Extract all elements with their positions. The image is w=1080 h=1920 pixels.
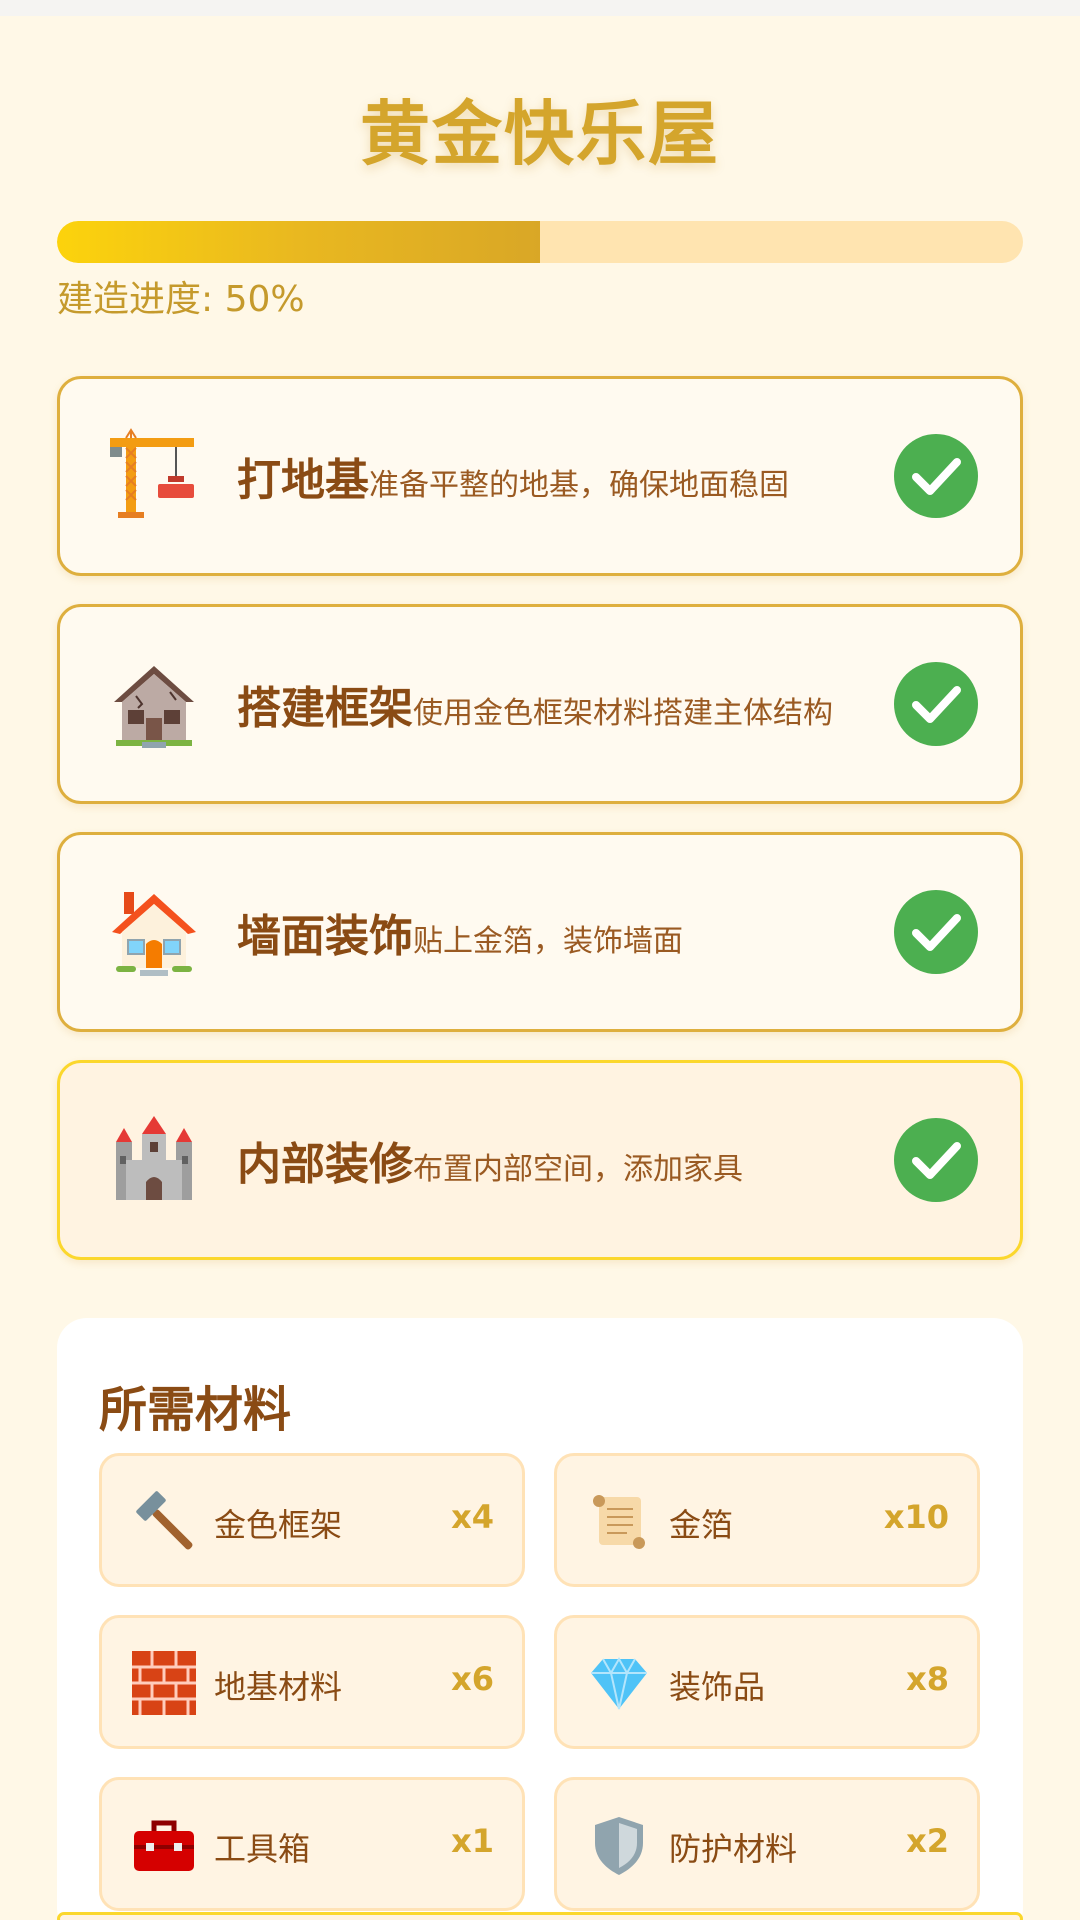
materials-panel: 所需材料 金色框架 x4 金箔 x10 地基材料 x6 装饰品 x8 工具箱 x… [57, 1318, 1023, 1920]
next-card-edge [57, 1912, 1023, 1920]
step-text: 内部装修布置内部空间，添加家具 [237, 1128, 743, 1192]
step-desc: 贴上金箔，装饰墙面 [413, 924, 683, 959]
material-name: 金色框架 [214, 1506, 343, 1544]
step-text: 搭建框架使用金色框架材料搭建主体结构 [237, 672, 833, 736]
hammer-icon [132, 1489, 196, 1553]
check-icon[interactable] [894, 890, 978, 974]
check-icon[interactable] [894, 662, 978, 746]
step-name: 打地基 [237, 455, 369, 506]
material-name: 工具箱 [214, 1830, 311, 1868]
material-item[interactable]: 防护材料 x2 [554, 1777, 980, 1911]
material-qty: x8 [906, 1660, 949, 1698]
step-text: 墙面装饰贴上金箔，装饰墙面 [237, 900, 683, 964]
shield-icon [587, 1813, 651, 1877]
material-qty: x6 [451, 1660, 494, 1698]
status-strip [0, 0, 1080, 16]
step-card-wall-decoration[interactable]: 墙面装饰贴上金箔，装饰墙面 [57, 832, 1023, 1032]
material-qty: x4 [451, 1498, 494, 1536]
step-name: 内部装修 [237, 1139, 413, 1190]
material-item[interactable]: 地基材料 x6 [99, 1615, 525, 1749]
step-name: 墙面装饰 [237, 911, 413, 962]
toolbox-icon [132, 1813, 196, 1877]
progress-label: 建造进度: 50% [57, 279, 305, 320]
material-qty: x1 [451, 1822, 494, 1860]
material-item[interactable]: 金箔 x10 [554, 1453, 980, 1587]
material-qty: x10 [883, 1498, 949, 1536]
step-text: 打地基准备平整的地基，确保地面稳固 [237, 444, 789, 508]
materials-title: 所需材料 [99, 1382, 292, 1438]
step-name: 搭建框架 [237, 683, 413, 734]
house-icon [106, 884, 202, 980]
step-card-framework[interactable]: 搭建框架使用金色框架材料搭建主体结构 [57, 604, 1023, 804]
brick-icon [132, 1651, 196, 1715]
step-desc: 布置内部空间，添加家具 [413, 1152, 743, 1187]
step-card-interior[interactable]: 内部装修布置内部空间，添加家具 [57, 1060, 1023, 1260]
page-title: 黄金快乐屋 [360, 93, 720, 175]
material-name: 金箔 [669, 1506, 734, 1544]
step-desc: 使用金色框架材料搭建主体结构 [413, 696, 833, 731]
derelict-house-icon [106, 656, 202, 752]
castle-icon [106, 1112, 202, 1208]
construction-crane-icon [106, 428, 202, 524]
material-item[interactable]: 金色框架 x4 [99, 1453, 525, 1587]
material-qty: x2 [906, 1822, 949, 1860]
check-icon[interactable] [894, 1118, 978, 1202]
progress-fill [57, 221, 540, 263]
gem-icon [587, 1651, 651, 1715]
material-name: 地基材料 [214, 1668, 343, 1706]
step-desc: 准备平整的地基，确保地面稳固 [369, 468, 789, 503]
step-card-foundation[interactable]: 打地基准备平整的地基，确保地面稳固 [57, 376, 1023, 576]
progress-bar [57, 221, 1023, 263]
material-name: 装饰品 [669, 1668, 766, 1706]
material-item[interactable]: 工具箱 x1 [99, 1777, 525, 1911]
material-name: 防护材料 [669, 1830, 798, 1868]
check-icon[interactable] [894, 434, 978, 518]
material-item[interactable]: 装饰品 x8 [554, 1615, 980, 1749]
scroll-icon [587, 1489, 651, 1553]
